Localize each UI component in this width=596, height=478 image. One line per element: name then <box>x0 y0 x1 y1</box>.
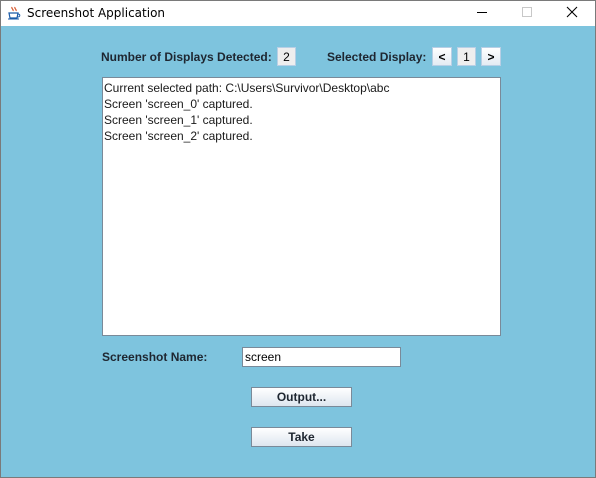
maximize-button[interactable] <box>504 1 550 26</box>
screenshot-name-input[interactable] <box>242 347 401 367</box>
minimize-button[interactable] <box>459 1 505 26</box>
title-bar[interactable]: Screenshot Application <box>1 1 595 26</box>
close-button[interactable] <box>549 1 595 26</box>
displays-detected-label: Number of Displays Detected: <box>101 50 272 64</box>
log-text-area[interactable]: Current selected path: C:\Users\Survivor… <box>102 77 501 336</box>
maximize-icon <box>521 5 533 23</box>
window-title: Screenshot Application <box>27 6 166 20</box>
main-panel: Number of Displays Detected: 2 Selected … <box>1 26 595 477</box>
screenshot-name-label: Screenshot Name: <box>102 350 208 364</box>
log-line: Screen 'screen_2' captured. <box>104 129 253 143</box>
close-icon <box>566 5 578 23</box>
output-button[interactable]: Output... <box>251 387 352 407</box>
selected-display-value: 1 <box>457 47 476 66</box>
previous-display-button[interactable]: < <box>432 47 452 66</box>
log-line: Screen 'screen_1' captured. <box>104 113 253 127</box>
displays-detected-count: 2 <box>277 47 296 66</box>
take-button[interactable]: Take <box>251 427 352 447</box>
selected-display-label: Selected Display: <box>327 50 427 64</box>
next-display-button[interactable]: > <box>481 47 501 66</box>
app-window: Screenshot Application Number of Display… <box>0 0 596 478</box>
log-line: Current selected path: C:\Users\Survivor… <box>104 81 390 95</box>
java-cup-icon <box>7 6 21 20</box>
minimize-icon <box>476 5 488 23</box>
log-line: Screen 'screen_0' captured. <box>104 97 253 111</box>
